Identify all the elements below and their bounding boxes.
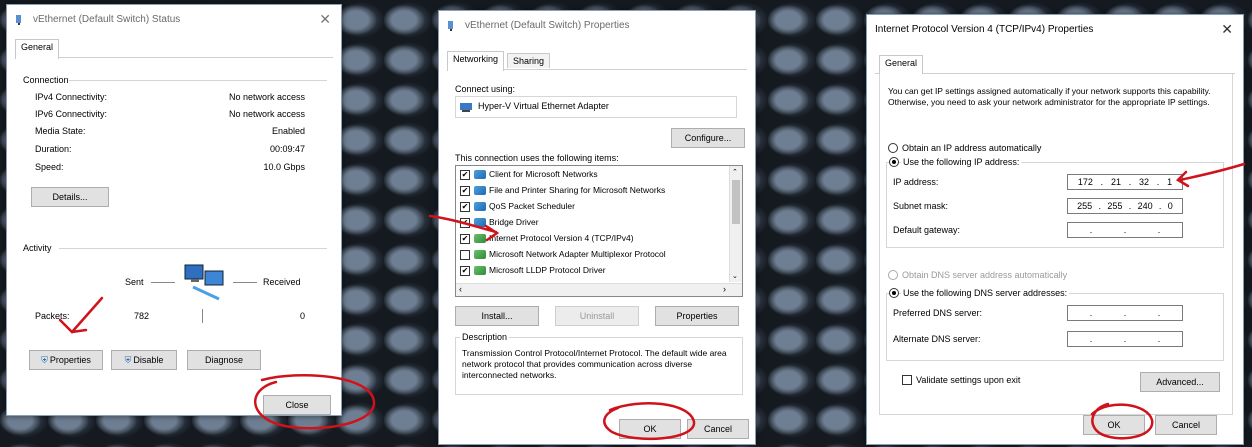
annotation-arrow (58, 296, 104, 334)
annotation-arrow (428, 214, 500, 242)
annotation-arrow (1175, 162, 1246, 188)
annotation-circle (1090, 402, 1154, 440)
annotation-overlay (58, 162, 1246, 441)
annotation-circle (253, 374, 376, 430)
annotation-circle (603, 402, 696, 441)
